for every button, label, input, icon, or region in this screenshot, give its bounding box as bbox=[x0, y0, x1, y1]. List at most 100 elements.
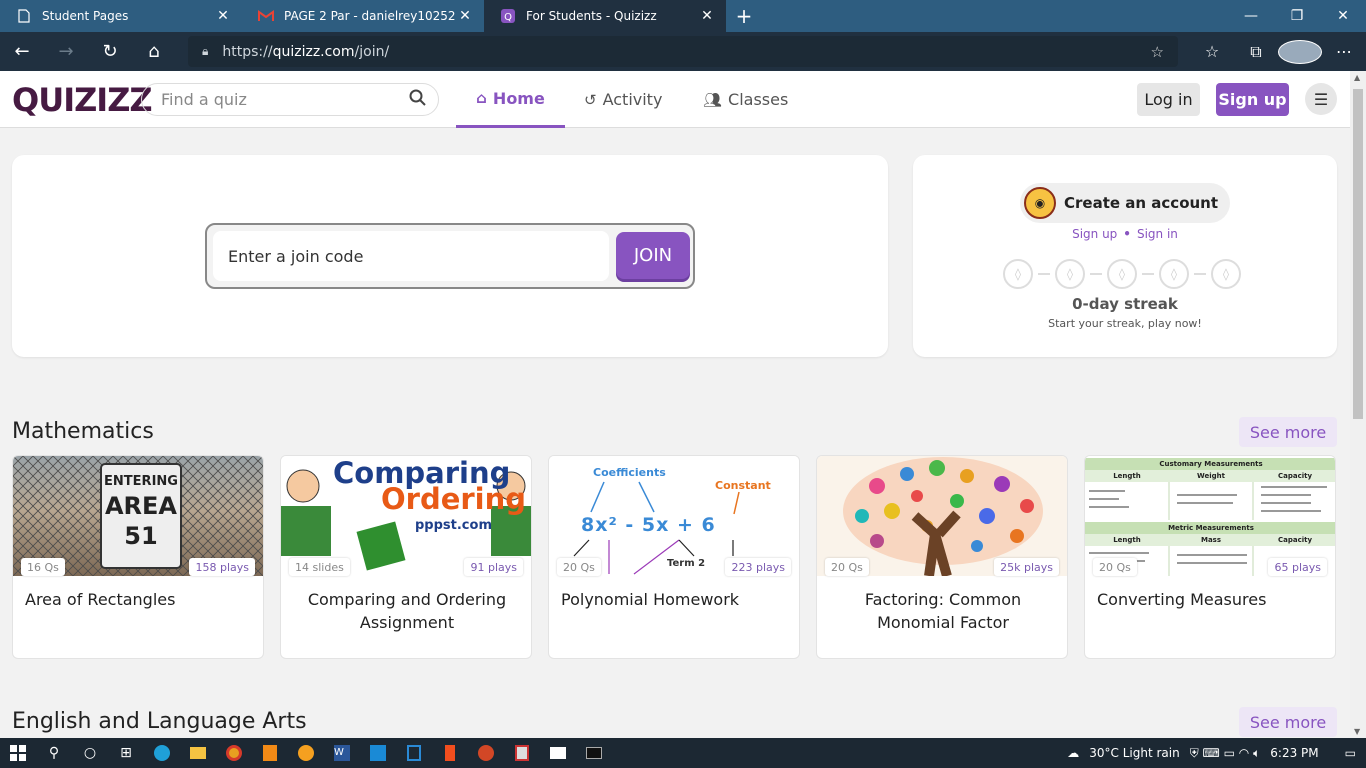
chrome-icon[interactable] bbox=[216, 738, 252, 768]
tab-title: For Students - Quizizz bbox=[526, 9, 657, 23]
search-icon[interactable] bbox=[409, 89, 426, 111]
home-browser-icon[interactable]: ⌂ bbox=[132, 32, 176, 71]
create-account-button[interactable]: ◉ Create an account bbox=[1020, 183, 1230, 223]
windows-start-icon[interactable] bbox=[0, 738, 36, 768]
streak-connector bbox=[1142, 273, 1154, 275]
refresh-icon[interactable]: ↻ bbox=[88, 32, 132, 71]
lock-icon: 🔒︎ bbox=[202, 44, 209, 58]
word-icon[interactable]: W bbox=[324, 738, 360, 768]
quizizz-icon: Q bbox=[500, 8, 516, 24]
scroll-up-icon[interactable]: ▲ bbox=[1354, 73, 1360, 82]
windows-taskbar: ⚲ ○ ⊞ W ☁ 30°C Light rain ⛨ ⌨ ▭ ◠ 🔈︎ 6:2… bbox=[0, 738, 1366, 768]
restore-icon[interactable]: ❐ bbox=[1274, 0, 1320, 32]
url-prefix: https:// bbox=[222, 43, 273, 60]
streak-drop-icon: ◊ bbox=[1159, 259, 1189, 289]
nav-activity-label: Activity bbox=[602, 90, 663, 109]
tab-quizizz[interactable]: Q For Students - Quizizz ✕ bbox=[484, 0, 726, 32]
file-explorer-icon[interactable] bbox=[180, 738, 216, 768]
search-icon[interactable]: ⚲ bbox=[36, 738, 72, 768]
signin-link[interactable]: Sign in bbox=[1137, 227, 1178, 241]
vscode-icon[interactable] bbox=[360, 738, 396, 768]
image-text: Constant bbox=[715, 479, 771, 492]
quizizz-logo[interactable]: QUIZIZZ bbox=[12, 81, 153, 119]
address-bar-row: ← → ↻ ⌂ 🔒︎ https://quizizz.com/join/ ☆ ☆… bbox=[0, 32, 1366, 71]
signup-button[interactable]: Sign up bbox=[1216, 83, 1289, 116]
scroll-down-icon[interactable]: ▼ bbox=[1354, 727, 1360, 736]
svg-text:Q: Q bbox=[504, 12, 512, 23]
figma-icon[interactable] bbox=[432, 738, 468, 768]
hamburger-menu-icon[interactable]: ☰ bbox=[1305, 83, 1337, 115]
more-icon[interactable]: ⋯ bbox=[1322, 42, 1366, 61]
image-text: Length bbox=[1113, 536, 1141, 544]
sign-text: 51 bbox=[124, 522, 158, 550]
browser-toolbar: ☆ ⧉ ⋯ bbox=[1190, 32, 1366, 71]
quiz-card[interactable]: Comparing Ordering pppst.com 14 slides 9… bbox=[280, 455, 532, 659]
close-icon[interactable]: ✕ bbox=[456, 8, 474, 24]
url-field[interactable]: 🔒︎ https://quizizz.com/join/ ☆ bbox=[188, 36, 1178, 67]
nav-home[interactable]: ⌂ Home bbox=[456, 71, 565, 128]
page-scrollbar[interactable]: ▲ ▼ bbox=[1350, 71, 1366, 738]
nav-classes-label: Classes bbox=[728, 90, 789, 109]
app-icon[interactable] bbox=[540, 738, 576, 768]
nav-classes[interactable]: 👥︎ Classes bbox=[703, 71, 788, 128]
quiz-title: Area of Rectangles bbox=[25, 590, 176, 609]
quiz-card[interactable]: ENTERING AREA 51 16 Qs 158 plays Area of… bbox=[12, 455, 264, 659]
weather-text[interactable]: 30°C Light rain bbox=[1089, 746, 1179, 760]
new-tab-button[interactable]: + bbox=[726, 0, 762, 32]
image-text: Mass bbox=[1200, 536, 1222, 544]
tab-gmail[interactable]: PAGE 2 Par - danielrey10252000 ✕ bbox=[242, 0, 484, 32]
quiz-card[interactable]: Coefficients Constant 8x² - 5x + 6 Term … bbox=[548, 455, 800, 659]
signup-link[interactable]: Sign up bbox=[1072, 227, 1117, 241]
clock[interactable]: 6:23 PM bbox=[1270, 746, 1318, 760]
weather-icon[interactable]: ☁ bbox=[1067, 746, 1079, 760]
close-window-icon[interactable]: ✕ bbox=[1320, 0, 1366, 32]
slide-count-badge: 14 slides bbox=[289, 558, 350, 576]
tab-student-pages[interactable]: Student Pages ✕ bbox=[0, 0, 242, 32]
back-icon[interactable]: ← bbox=[0, 32, 44, 71]
close-icon[interactable]: ✕ bbox=[698, 8, 716, 24]
question-count-badge: 16 Qs bbox=[21, 558, 65, 576]
minimize-icon[interactable]: — bbox=[1228, 0, 1274, 32]
home-icon: ⌂ bbox=[476, 89, 487, 107]
plays-badge: 25k plays bbox=[994, 558, 1059, 576]
forward-icon[interactable]: → bbox=[44, 32, 88, 71]
tab-title: Student Pages bbox=[42, 9, 129, 23]
url-path: /join/ bbox=[354, 43, 390, 60]
favorites-icon[interactable]: ☆ bbox=[1190, 42, 1234, 61]
search-input[interactable]: Find a quiz bbox=[141, 83, 439, 116]
see-more-button[interactable]: See more bbox=[1239, 707, 1337, 737]
task-view-icon[interactable]: ⊞ bbox=[108, 738, 144, 768]
powerpoint-icon[interactable] bbox=[468, 738, 504, 768]
streak-title: 0-day streak bbox=[1072, 295, 1178, 313]
quiz-title: Converting Measures bbox=[1097, 590, 1267, 609]
cortana-icon[interactable]: ○ bbox=[72, 738, 108, 768]
sublime-icon[interactable] bbox=[252, 738, 288, 768]
search-placeholder: Find a quiz bbox=[161, 90, 247, 109]
see-more-button[interactable]: See more bbox=[1239, 417, 1337, 447]
quiz-card[interactable]: Customary Measurements Length Weight Cap… bbox=[1084, 455, 1336, 659]
scrollbar-thumb[interactable] bbox=[1353, 89, 1363, 419]
tray-icons[interactable]: ⛨ ⌨ ▭ ◠ 🔈︎ bbox=[1190, 746, 1261, 761]
image-text: Term 2 bbox=[667, 558, 706, 569]
join-button[interactable]: JOIN bbox=[616, 232, 690, 279]
streak-drop-icon: ◊ bbox=[1107, 259, 1137, 289]
image-text: Capacity bbox=[1277, 536, 1313, 544]
visio-icon[interactable] bbox=[396, 738, 432, 768]
quiz-card[interactable]: 20 Qs 25k plays Factoring: Common Monomi… bbox=[816, 455, 1068, 659]
login-button[interactable]: Log in bbox=[1137, 83, 1200, 116]
users-icon: 👥︎ bbox=[703, 90, 723, 109]
notification-icon[interactable]: ▭ bbox=[1345, 746, 1356, 760]
terminal-icon[interactable] bbox=[576, 738, 612, 768]
nav-activity[interactable]: ↺ Activity bbox=[584, 71, 662, 128]
streak-drop-icon: ◊ bbox=[1211, 259, 1241, 289]
plays-badge: 158 plays bbox=[189, 558, 255, 576]
window-controls: — ❐ ✕ bbox=[1228, 0, 1366, 32]
join-code-input[interactable]: Enter a join code bbox=[213, 231, 609, 281]
profile-avatar[interactable] bbox=[1278, 39, 1322, 64]
app-icon[interactable] bbox=[504, 738, 540, 768]
close-icon[interactable]: ✕ bbox=[214, 8, 232, 24]
collections-icon[interactable]: ⧉ bbox=[1234, 42, 1278, 62]
add-favorite-icon[interactable]: ☆ bbox=[1151, 43, 1164, 61]
edge-icon[interactable] bbox=[144, 738, 180, 768]
blender-icon[interactable] bbox=[288, 738, 324, 768]
